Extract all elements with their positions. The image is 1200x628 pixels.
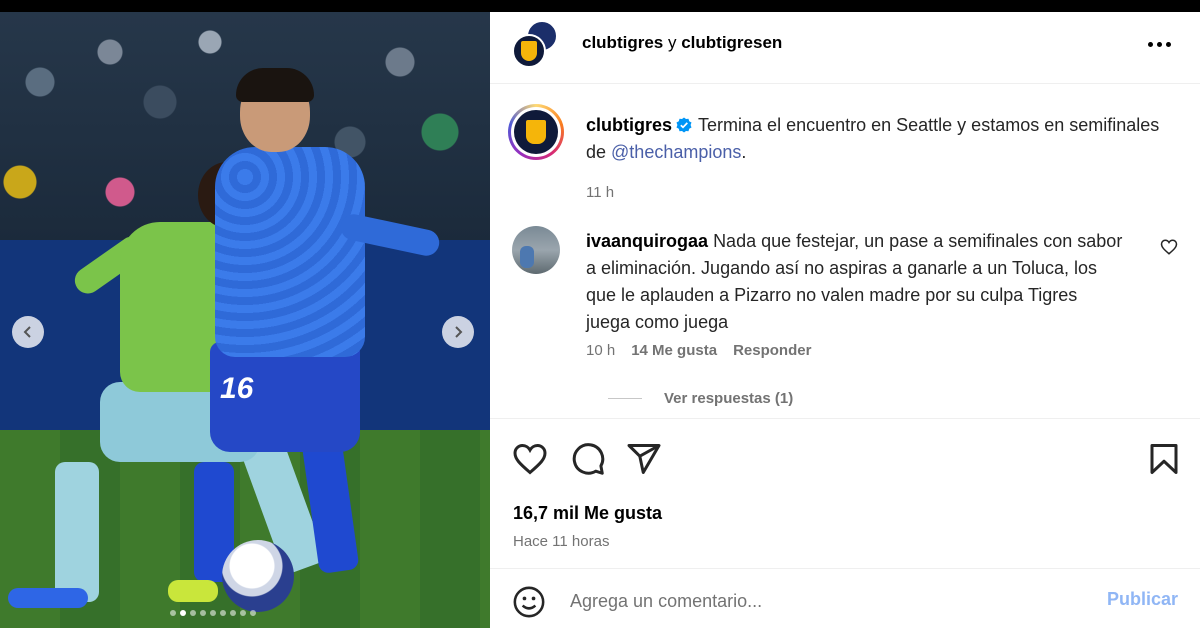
comment-meta: 10 h 14 Me gusta Responder bbox=[586, 342, 811, 359]
carousel-dot bbox=[250, 610, 256, 616]
carousel-dot bbox=[220, 610, 226, 616]
caption-end: . bbox=[741, 142, 747, 162]
carousel-dot bbox=[210, 610, 216, 616]
publish-button[interactable]: Publicar bbox=[1107, 589, 1178, 610]
share-send-icon[interactable] bbox=[626, 441, 662, 477]
more-options-button[interactable] bbox=[1144, 34, 1174, 54]
boot-yellow bbox=[168, 580, 218, 602]
post-details-panel: clubtigres y clubtigresen clubtigres Term… bbox=[490, 12, 1200, 628]
emoji-icon[interactable] bbox=[512, 585, 546, 619]
mention-link[interactable]: @thechampions bbox=[611, 142, 741, 162]
likes-count[interactable]: 16,7 mil Me gusta bbox=[513, 503, 662, 524]
comment-likes[interactable]: 14 Me gusta bbox=[631, 342, 717, 359]
carousel-prev-button[interactable] bbox=[12, 316, 44, 348]
comment-text: ivaanquirogaa Nada que festejar, un pase… bbox=[586, 228, 1126, 336]
boot-blue bbox=[8, 588, 88, 608]
jersey-number: 16 bbox=[220, 372, 254, 405]
author-link[interactable]: clubtigres bbox=[582, 33, 663, 52]
comment-username[interactable]: ivaanquirogaa bbox=[586, 231, 708, 251]
post-timestamp[interactable]: Hace 11 horas bbox=[513, 533, 609, 550]
caption-username[interactable]: clubtigres bbox=[586, 115, 672, 135]
carousel-dot bbox=[180, 610, 186, 616]
carousel-dot bbox=[190, 610, 196, 616]
chevron-left-icon bbox=[23, 326, 31, 338]
view-replies-button[interactable]: Ver respuestas (1) bbox=[608, 390, 793, 407]
chevron-right-icon bbox=[455, 326, 463, 338]
caption-timestamp[interactable]: 11 h bbox=[586, 184, 614, 201]
author-connector: y bbox=[667, 33, 677, 52]
soccer-ball bbox=[222, 540, 294, 612]
post-authors: clubtigres y clubtigresen bbox=[582, 33, 782, 53]
avatar-story-ring[interactable] bbox=[508, 104, 564, 160]
avatar bbox=[512, 34, 546, 68]
carousel-dot bbox=[200, 610, 206, 616]
post-header: clubtigres y clubtigresen bbox=[490, 12, 1200, 84]
blue-player: 16 bbox=[194, 68, 442, 592]
top-edge-bar bbox=[0, 0, 1200, 12]
carousel-next-button[interactable] bbox=[442, 316, 474, 348]
comment-input[interactable] bbox=[570, 583, 1070, 619]
caption-text: clubtigres Termina el encuentro en Seattl… bbox=[586, 112, 1166, 166]
carousel-dot bbox=[170, 610, 176, 616]
like-heart-icon[interactable] bbox=[512, 441, 548, 477]
avatar[interactable] bbox=[512, 226, 560, 274]
author-link[interactable]: clubtigresen bbox=[681, 33, 782, 52]
divider bbox=[608, 398, 642, 399]
view-replies-label: Ver respuestas (1) bbox=[664, 390, 794, 407]
reply-button[interactable]: Responder bbox=[733, 342, 811, 359]
comment-composer: Publicar bbox=[490, 568, 1200, 628]
more-horizontal-icon bbox=[1147, 41, 1153, 47]
tigres-crest-icon bbox=[521, 41, 537, 61]
carousel-dot bbox=[240, 610, 246, 616]
verified-badge-icon bbox=[676, 117, 692, 133]
post-media-carousel[interactable]: 16 bbox=[0, 12, 490, 628]
carousel-dot bbox=[230, 610, 236, 616]
post-actions: 16,7 mil Me gusta Hace 11 horas bbox=[490, 418, 1200, 578]
comment-icon[interactable] bbox=[570, 441, 606, 477]
collab-avatars[interactable] bbox=[512, 20, 560, 68]
heart-icon[interactable] bbox=[1160, 238, 1178, 256]
tigres-crest-icon bbox=[526, 120, 546, 144]
bookmark-icon[interactable] bbox=[1146, 441, 1182, 477]
comment-timestamp[interactable]: 10 h bbox=[586, 342, 615, 359]
carousel-indicator bbox=[170, 610, 256, 616]
